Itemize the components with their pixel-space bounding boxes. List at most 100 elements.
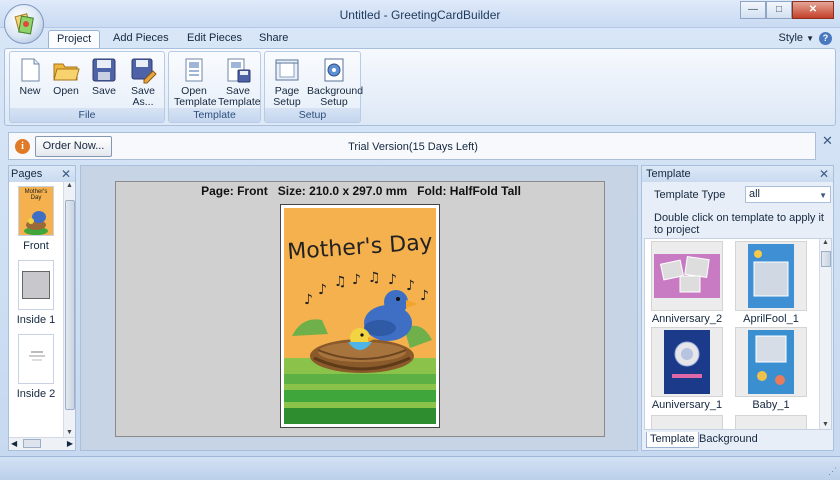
save-button[interactable]: Save	[88, 54, 120, 110]
scroll-left-icon[interactable]: ◀	[11, 439, 17, 448]
save-template-icon	[227, 58, 251, 83]
new-document-icon	[21, 58, 40, 82]
tab-add-pieces[interactable]: Add Pieces	[105, 30, 177, 48]
style-dropdown[interactable]: Style ▼	[779, 32, 814, 44]
open-button[interactable]: Open	[48, 54, 84, 110]
template-type-value: all	[749, 188, 761, 200]
pages-panel-title: Pages	[11, 168, 43, 180]
new-button[interactable]: New	[14, 54, 46, 110]
save-disk-icon	[92, 58, 116, 82]
background-setup-button[interactable]: Background Setup	[307, 54, 363, 110]
template-panel-title: Template	[646, 168, 691, 180]
template-item-auniversary-1[interactable]	[651, 327, 723, 397]
chevron-down-icon: ▼	[819, 191, 827, 200]
template-panel: Template ✕ Template Type all ▼ Double cl…	[641, 165, 834, 451]
svg-text:♫: ♫	[334, 274, 347, 290]
tab-edit-pieces[interactable]: Edit Pieces	[179, 30, 250, 48]
template-name: AprilFool_1	[743, 313, 799, 325]
open-template-label: Open Template	[174, 85, 217, 108]
template-thumbnail	[654, 254, 720, 298]
template-item-partial[interactable]	[735, 415, 807, 429]
template-gallery: Anniversary_2 AprilFool_1 Auniversary_1 …	[644, 238, 832, 430]
tab-template[interactable]: Template	[646, 432, 699, 448]
close-icon[interactable]: ✕	[822, 133, 833, 149]
card-front[interactable]: ♪ ♪ ♫ ♪ ♫ ♪ ♪ ♪ Mother's Day	[280, 204, 440, 428]
maximize-button[interactable]: □	[766, 1, 792, 19]
scroll-up-icon[interactable]: ▲	[64, 182, 75, 189]
scroll-right-icon[interactable]: ▶	[67, 439, 73, 448]
ribbon-tabs: Project Add Pieces Edit Pieces Share Sty…	[0, 28, 840, 48]
template-type-select[interactable]: all ▼	[745, 186, 831, 203]
page-label-front: Front	[23, 240, 49, 252]
page-thumb-inside-2[interactable]	[18, 334, 54, 384]
page-thumb-inside-1[interactable]	[18, 260, 54, 310]
design-canvas-area: Page: Front Size: 210.0 x 297.0 mm Fold:…	[80, 165, 638, 451]
resize-grip-icon[interactable]: ⋰	[828, 466, 837, 477]
tab-share[interactable]: Share	[251, 30, 296, 48]
scroll-down-icon[interactable]: ▼	[820, 421, 831, 428]
page-label-inside-1: Inside 1	[16, 314, 56, 326]
svg-text:♪: ♪	[318, 282, 327, 298]
pages-horizontal-scrollbar[interactable]: ◀ ▶	[9, 437, 75, 450]
background-setup-icon	[324, 58, 344, 82]
bird-icon	[24, 211, 48, 235]
application-menu-button[interactable]	[4, 4, 44, 44]
pages-vertical-scrollbar[interactable]: ▲ ▼	[63, 182, 75, 438]
folder-open-icon	[53, 63, 80, 81]
template-name: Auniversary_1	[651, 399, 723, 411]
page-thumbnails: Mother's Day Front Inside 1 Inside 2	[11, 186, 61, 408]
scrollbar-thumb[interactable]	[821, 251, 831, 267]
thumb-card-title: Mother's Day	[24, 189, 48, 201]
svg-text:♪: ♪	[352, 272, 361, 288]
status-bar: ⋰	[0, 456, 840, 480]
template-type-label: Template Type	[654, 189, 726, 201]
ribbon-group-template: Open Template Save Template Template	[168, 51, 261, 123]
open-label: Open	[53, 85, 79, 97]
template-scrollbar[interactable]: ▲ ▼	[819, 239, 831, 429]
template-hint-text: Double click on template to apply it to …	[654, 212, 824, 236]
template-item-aprilfool-1[interactable]	[735, 241, 807, 311]
page-thumb-front[interactable]: Mother's Day	[18, 186, 54, 236]
template-item-baby-1[interactable]	[735, 327, 807, 397]
save-as-button[interactable]: Save As...	[124, 54, 162, 110]
close-icon[interactable]: ✕	[819, 166, 829, 182]
scroll-up-icon[interactable]: ▲	[820, 239, 831, 246]
open-template-button[interactable]: Open Template	[173, 54, 217, 110]
save-as-icon	[131, 58, 157, 84]
tab-background[interactable]: Background	[696, 432, 761, 448]
template-item-partial[interactable]	[651, 415, 723, 429]
template-panel-tabs: Template Background	[644, 432, 832, 448]
ribbon-group-setup: Page Setup Background Setup Setup	[264, 51, 363, 123]
svg-text:♪: ♪	[406, 278, 415, 294]
svg-text:♪: ♪	[420, 288, 429, 304]
page-setup-button[interactable]: Page Setup	[267, 54, 307, 110]
save-template-button[interactable]: Save Template	[217, 54, 261, 110]
chevron-down-icon: ▼	[806, 34, 814, 43]
minimize-button[interactable]: —	[740, 1, 766, 19]
scrollbar-thumb[interactable]	[23, 439, 41, 448]
new-label: New	[19, 85, 41, 97]
help-icon[interactable]: ?	[819, 32, 832, 45]
ribbon-group-file-title: File	[10, 108, 164, 122]
close-button[interactable]: ✕	[792, 1, 834, 19]
page-workspace[interactable]: Page: Front Size: 210.0 x 297.0 mm Fold:…	[115, 181, 605, 437]
page-setup-icon	[275, 59, 299, 81]
tab-project[interactable]: Project	[48, 30, 101, 48]
save-as-label: Save As...	[131, 85, 155, 108]
style-label: Style	[778, 32, 804, 44]
scrollbar-thumb[interactable]	[65, 200, 75, 410]
title-bar: Untitled - GreetingCardBuilder — □ ✕	[0, 0, 840, 28]
close-icon[interactable]: ✕	[61, 166, 71, 182]
template-name: Anniversary_2	[651, 313, 723, 325]
template-panel-header: Template ✕	[642, 166, 833, 182]
ribbon-panel: New Open Save Save As... File Open Templ…	[4, 48, 836, 126]
template-name: Baby_1	[752, 399, 790, 411]
ribbon-group-template-title: Template	[169, 108, 260, 122]
scroll-down-icon[interactable]: ▼	[64, 429, 75, 436]
trial-message: Trial Version(15 Days Left)	[348, 141, 478, 153]
pages-panel: Pages ✕ Mother's Day Front Inside 1 Insi…	[8, 165, 76, 451]
template-item-anniversary-2[interactable]	[651, 241, 723, 311]
template-thumbnail	[748, 330, 794, 394]
app-window: Untitled - GreetingCardBuilder — □ ✕ Pro…	[0, 0, 840, 480]
page-setup-label: Page Setup	[273, 85, 301, 108]
